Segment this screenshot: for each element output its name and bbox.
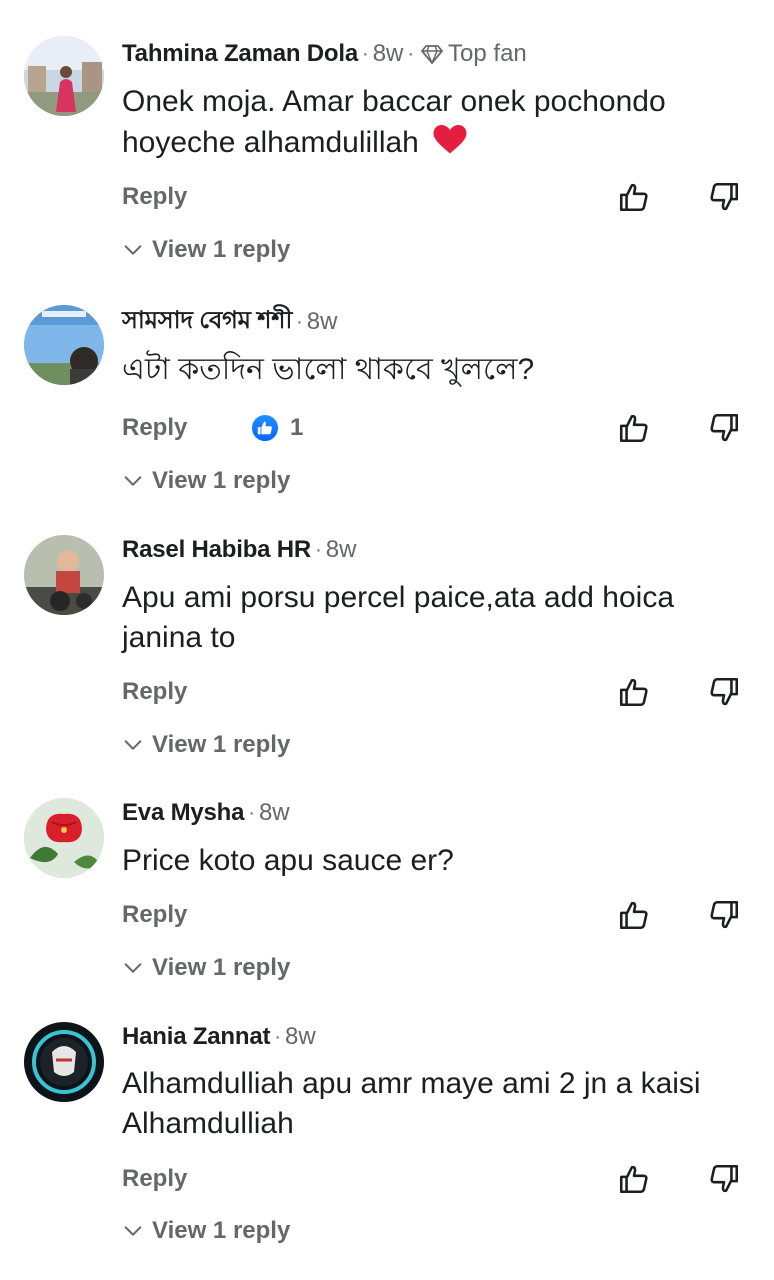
view-replies-label: View 1 reply (152, 1217, 291, 1244)
comment-header: Hania Zannat · 8w (122, 1019, 316, 1055)
diamond-icon (421, 45, 443, 64)
avatar[interactable] (24, 305, 104, 385)
chevron-down-icon (124, 476, 142, 486)
like-icon (257, 421, 272, 435)
downvote-button[interactable] (704, 1159, 744, 1199)
separator-dot: · (296, 310, 303, 333)
thumbs-down-icon (710, 413, 739, 442)
avatar[interactable] (24, 36, 104, 116)
view-replies-button[interactable]: View 1 reply (122, 727, 290, 763)
chevron-down-icon (124, 1226, 142, 1236)
comment-body: Alhamdulliah apu amr maye ami 2 jn a kai… (122, 1067, 701, 1140)
badge-label: Top fan (448, 40, 527, 67)
view-replies-button[interactable]: View 1 reply (122, 950, 290, 986)
chevron-down-icon (124, 245, 142, 255)
chevron-down-icon (124, 963, 142, 973)
upvote-button[interactable] (614, 672, 654, 712)
separator-dot: · (362, 42, 369, 65)
view-replies-label: View 1 reply (152, 954, 291, 981)
view-replies-button[interactable]: View 1 reply (122, 463, 290, 499)
comment-time[interactable]: 8w (285, 1023, 316, 1051)
avatar[interactable] (24, 1022, 104, 1102)
comment-header: Tahmina Zaman Dola · 8w · Top fan (122, 36, 527, 72)
comment-actions: Reply (0, 672, 774, 712)
like-reaction-badge (250, 413, 280, 443)
separator-dot: · (248, 801, 255, 824)
downvote-button[interactable] (704, 672, 744, 712)
heart-icon (433, 125, 467, 154)
comment-text: Price koto apu sauce er? (122, 841, 752, 881)
thumbs-up-icon (619, 414, 648, 443)
comment-actions: Reply 1 (0, 408, 774, 448)
downvote-button[interactable] (704, 177, 744, 217)
view-replies-button[interactable]: View 1 reply (122, 232, 290, 268)
profile-photo-flower (24, 798, 104, 878)
view-replies-label: View 1 reply (152, 236, 291, 263)
upvote-button[interactable] (614, 1159, 654, 1199)
comment-actions: Reply (0, 177, 774, 217)
thumbs-down-icon (710, 677, 739, 706)
view-replies-button[interactable]: View 1 reply (122, 1213, 290, 1249)
comment-author[interactable]: Tahmina Zaman Dola (122, 40, 358, 68)
comment-text: Alhamdulliah apu amr maye ami 2 jn a kai… (122, 1064, 752, 1144)
profile-photo-child (24, 535, 104, 615)
comment-author[interactable]: Eva Mysha (122, 799, 244, 827)
profile-photo-sky (24, 305, 104, 385)
comment-body: Apu ami porsu percel paice,ata add hoica… (122, 581, 675, 654)
downvote-button[interactable] (704, 408, 744, 448)
reply-button[interactable]: Reply (122, 408, 187, 448)
top-fan-badge: Top fan (420, 40, 527, 68)
downvote-button[interactable] (704, 895, 744, 935)
comment-header: Eva Mysha · 8w (122, 795, 290, 831)
reply-button[interactable]: Reply (122, 177, 187, 217)
comment-time[interactable]: 8w (373, 40, 404, 68)
comment-body: Onek moja. Amar baccar onek pochondo hoy… (122, 85, 666, 159)
upvote-button[interactable] (614, 408, 654, 448)
comment-body: Price koto apu sauce er? (122, 844, 454, 877)
reaction-summary[interactable]: 1 (250, 410, 303, 446)
thumbs-down-icon (710, 182, 739, 211)
avatar[interactable] (24, 798, 104, 878)
comment-actions: Reply (0, 1159, 774, 1199)
upvote-button[interactable] (614, 177, 654, 217)
thumbs-up-icon (619, 901, 648, 930)
comment-text: Onek moja. Amar baccar onek pochondo hoy… (122, 82, 752, 163)
comment-text: Apu ami porsu percel paice,ata add hoica… (122, 578, 752, 658)
comment-time[interactable]: 8w (307, 308, 338, 336)
comment-time[interactable]: 8w (326, 536, 357, 564)
thumbs-down-icon (710, 1164, 739, 1193)
comment-time[interactable]: 8w (259, 799, 290, 827)
separator-dot: · (407, 42, 415, 65)
reply-button[interactable]: Reply (122, 895, 187, 935)
comment-header: Rasel Habiba HR · 8w (122, 532, 356, 568)
view-replies-label: View 1 reply (152, 467, 291, 494)
thumbs-up-icon (619, 1165, 648, 1194)
profile-photo-logo (24, 1022, 104, 1102)
comment-header: সামসাদ বেগম শশী · 8w (122, 304, 337, 340)
avatar[interactable] (24, 535, 104, 615)
view-replies-label: View 1 reply (152, 731, 291, 758)
comment-body: এটা কতদিন ভালো থাকবে খুললে? (122, 353, 535, 386)
reaction-count: 1 (290, 414, 304, 441)
chevron-down-icon (124, 740, 142, 750)
comment-author[interactable]: সামসাদ বেগম শশী (122, 302, 292, 342)
separator-dot: · (274, 1025, 281, 1048)
thumbs-up-icon (619, 678, 648, 707)
reply-button[interactable]: Reply (122, 1159, 187, 1199)
reply-button[interactable]: Reply (122, 672, 187, 712)
comment-text: এটা কতদিন ভালো থাকবে খুললে? (122, 350, 752, 390)
thumbs-down-icon (710, 900, 739, 929)
comment-actions: Reply (0, 895, 774, 935)
comment-author[interactable]: Rasel Habiba HR (122, 536, 311, 564)
thumbs-up-icon (619, 183, 648, 212)
upvote-button[interactable] (614, 895, 654, 935)
separator-dot: · (315, 538, 322, 561)
profile-photo-woman (24, 36, 104, 116)
comment-author[interactable]: Hania Zannat (122, 1023, 270, 1051)
